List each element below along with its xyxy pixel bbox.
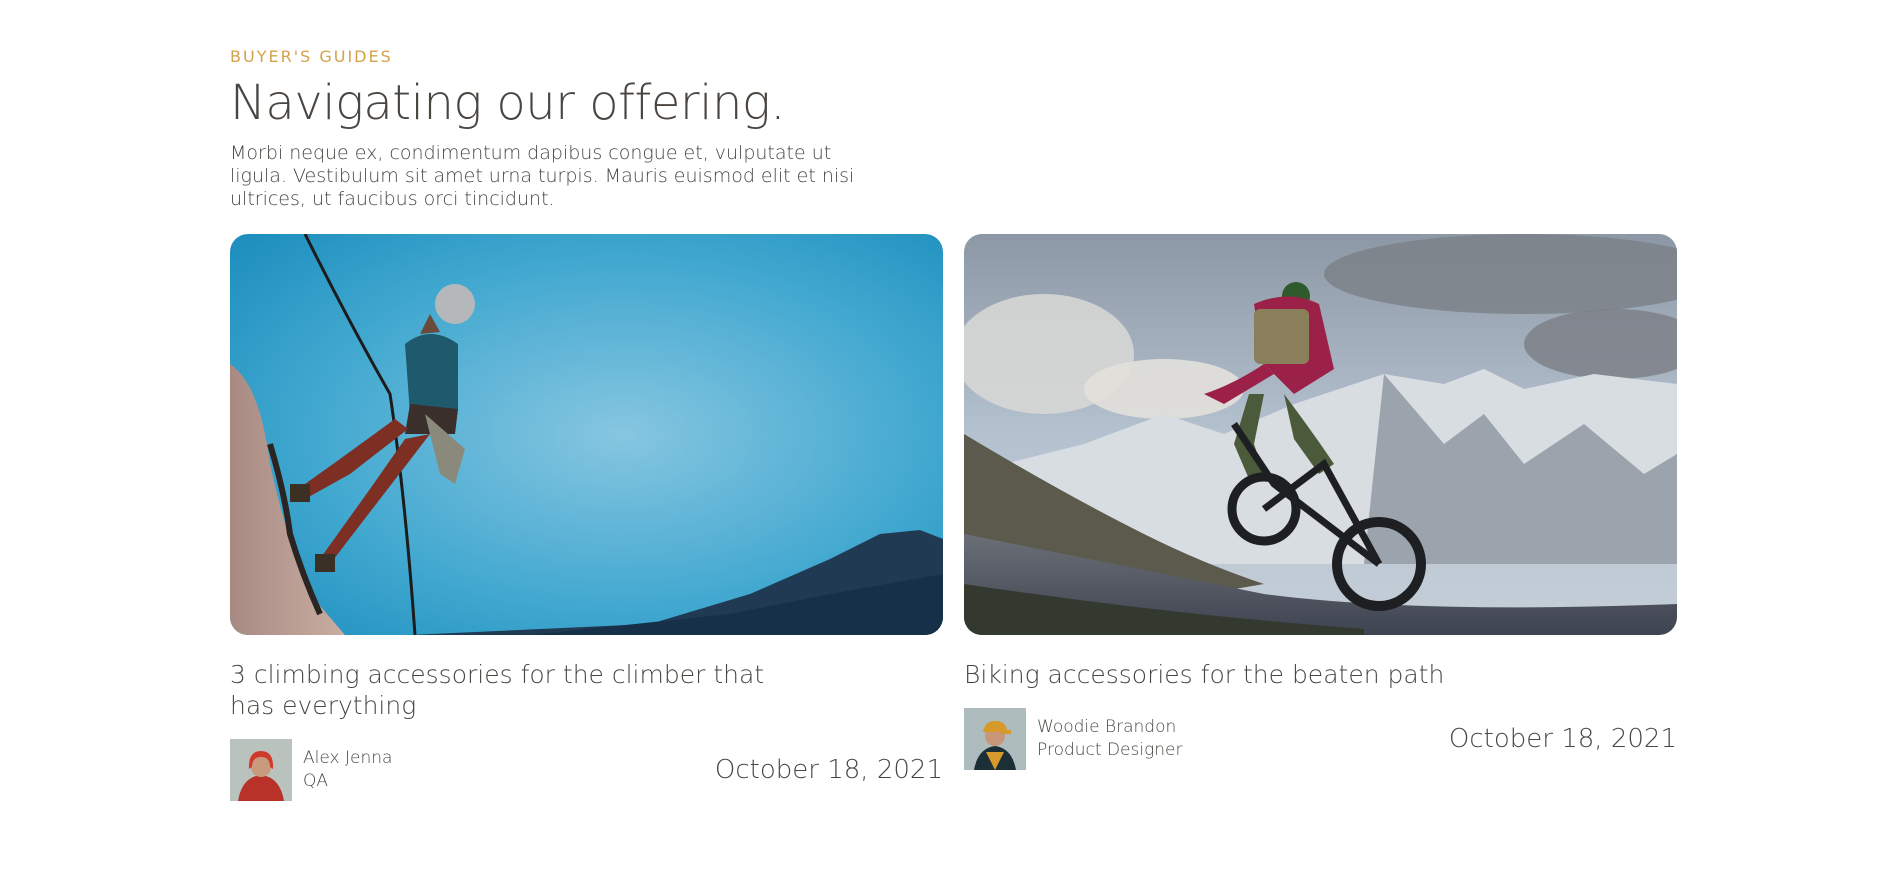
author-info: Woodie Brandon Product Designer — [1037, 716, 1183, 762]
author-name: Alex Jenna — [303, 748, 393, 768]
author-role: QA — [303, 771, 329, 791]
card-title[interactable]: 3 climbing accessories for the climber t… — [230, 659, 790, 721]
guide-card-climbing[interactable]: 3 climbing accessories for the climber t… — [230, 234, 943, 801]
card-image-climber[interactable] — [230, 234, 943, 635]
publish-date: October 18, 2021 — [714, 755, 943, 785]
avatar — [964, 708, 1026, 770]
author-avatar-woodie — [964, 708, 1026, 770]
guide-card-biking[interactable]: Biking accessories for the beaten path W… — [964, 234, 1677, 770]
rock-climber-image — [230, 234, 943, 635]
author-info: Alex Jenna QA — [303, 747, 392, 793]
card-meta: Woodie Brandon Product Designer October … — [964, 708, 1677, 770]
card-image-biker[interactable] — [964, 234, 1677, 635]
author-name: Woodie Brandon — [1037, 717, 1177, 737]
section-heading: Navigating our offering. — [230, 75, 785, 131]
guide-cards: 3 climbing accessories for the climber t… — [230, 234, 1679, 834]
mountain-biker-image — [964, 234, 1677, 635]
card-title[interactable]: Biking accessories for the beaten path — [964, 659, 1524, 690]
card-meta: Alex Jenna QA October 18, 2021 — [230, 739, 943, 801]
avatar — [230, 739, 292, 801]
buyers-guides-section: BUYER'S GUIDES Navigating our offering. … — [230, 46, 1670, 211]
section-eyebrow: BUYER'S GUIDES — [230, 47, 393, 66]
author-role: Product Designer — [1037, 740, 1183, 760]
author-avatar-alex — [230, 739, 292, 801]
section-description: Morbi neque ex, condimentum dapibus cong… — [230, 142, 855, 210]
publish-date: October 18, 2021 — [1448, 724, 1677, 754]
